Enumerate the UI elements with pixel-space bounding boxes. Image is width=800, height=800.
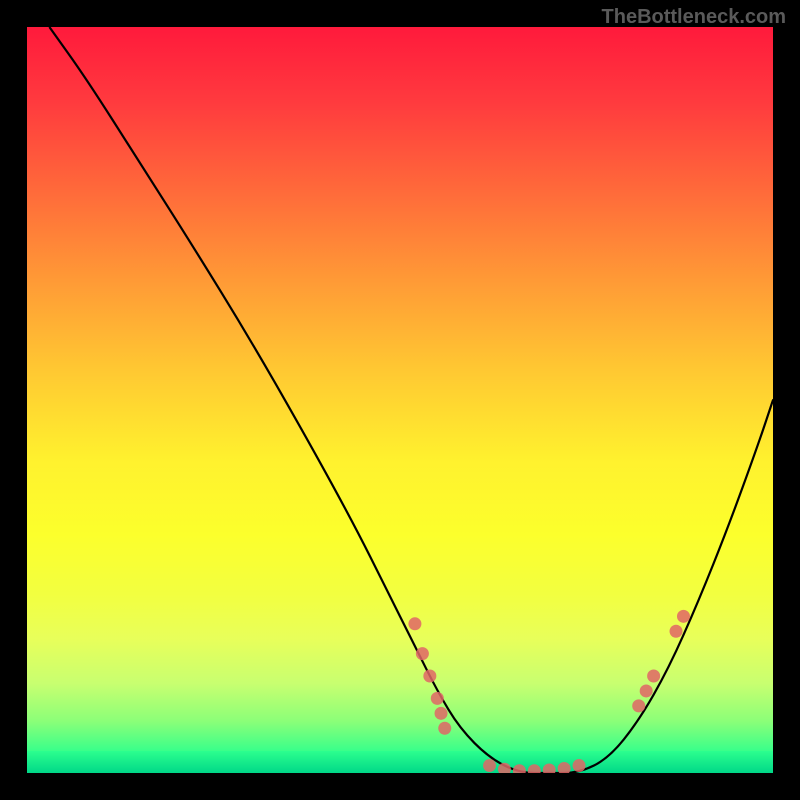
data-point bbox=[558, 762, 571, 773]
chart-svg bbox=[27, 27, 773, 773]
data-point bbox=[573, 759, 586, 772]
data-point bbox=[483, 759, 496, 772]
data-point bbox=[416, 647, 429, 660]
data-point bbox=[640, 684, 653, 697]
data-point bbox=[543, 764, 556, 773]
data-point bbox=[677, 610, 690, 623]
chart-plot-area bbox=[27, 27, 773, 773]
bottleneck-curve-line bbox=[49, 27, 773, 773]
data-point bbox=[431, 692, 444, 705]
watermark-text: TheBottleneck.com bbox=[602, 6, 786, 29]
data-point-markers bbox=[408, 610, 690, 773]
data-point bbox=[438, 722, 451, 735]
data-point bbox=[513, 764, 526, 773]
data-point bbox=[423, 670, 436, 683]
data-point bbox=[408, 617, 421, 630]
data-point bbox=[670, 625, 683, 638]
data-point bbox=[647, 670, 660, 683]
data-point bbox=[435, 707, 448, 720]
data-point bbox=[528, 764, 541, 773]
data-point bbox=[632, 699, 645, 712]
